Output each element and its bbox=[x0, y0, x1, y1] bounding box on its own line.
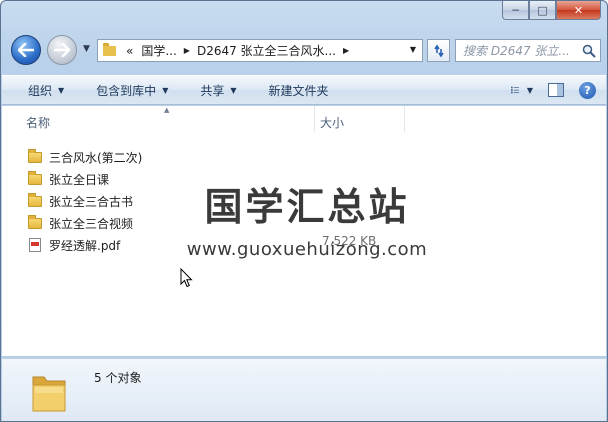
arrow-right-icon bbox=[54, 43, 70, 57]
watermark: 国学汇总站 www.guoxuehuizong.com bbox=[172, 176, 442, 260]
chevron-down-icon: ▼ bbox=[526, 85, 533, 95]
file-list: 三合风水(第二次) 张立全日课 张立全三合古书 张立全三合视频 罗经透解.pdf bbox=[28, 146, 142, 256]
folder-icon bbox=[28, 148, 42, 163]
folder-icon bbox=[28, 170, 42, 185]
sort-up-icon: ▲ bbox=[164, 106, 170, 114]
breadcrumb-item-guoxue[interactable]: 国学... bbox=[137, 42, 180, 59]
include-in-library-label: 包含到库中 bbox=[96, 83, 157, 98]
chevron-down-icon: ▼ bbox=[58, 85, 65, 95]
organize-label: 组织 bbox=[28, 83, 53, 98]
navigation-row: ▼ « 国学... ▶ D2647 张立全三合风水... ▶ ▼ 搜索 D264… bbox=[9, 31, 601, 69]
status-item-count: 5 个对象 bbox=[94, 371, 142, 385]
list-view-icon bbox=[511, 86, 519, 94]
recent-pages-dropdown[interactable]: ▼ bbox=[83, 44, 90, 54]
list-item[interactable]: 张立全三合古书 bbox=[28, 190, 142, 212]
preview-pane-icon bbox=[548, 83, 564, 97]
refresh-button[interactable] bbox=[427, 39, 450, 62]
share-button[interactable]: 共享 ▼ bbox=[180, 76, 248, 104]
folder-icon bbox=[103, 42, 116, 56]
address-bar[interactable]: « 国学... ▶ D2647 张立全三合风水... ▶ ▼ bbox=[97, 39, 423, 62]
file-name: 三合风水(第二次) bbox=[49, 150, 143, 165]
share-label: 共享 bbox=[200, 83, 225, 98]
file-size: 7,522 KB bbox=[322, 234, 377, 248]
list-item[interactable]: 罗经透解.pdf bbox=[28, 234, 142, 256]
column-header-name[interactable]: 名称 bbox=[26, 114, 50, 131]
maximize-button[interactable]: □ bbox=[529, 1, 556, 20]
close-button[interactable]: ✕ bbox=[556, 1, 601, 20]
list-item[interactable]: 三合风水(第二次) bbox=[28, 146, 142, 168]
folder-icon bbox=[28, 192, 42, 207]
arrow-left-icon bbox=[18, 43, 34, 57]
forward-button[interactable] bbox=[47, 35, 77, 65]
column-header-size[interactable]: 大小 bbox=[320, 114, 344, 131]
list-item[interactable]: 张立全三合视频 bbox=[28, 212, 142, 234]
file-list-pane: ▲ 名称 大小 三合风水(第二次) 张立全日课 张立全三合古书 张立全三合视频 bbox=[2, 106, 606, 356]
command-bar: 组织 ▼ 包含到库中 ▼ 共享 ▼ 新建文件夹 ▼ ? bbox=[2, 75, 606, 105]
folder-icon bbox=[32, 376, 66, 412]
view-controls: ▼ ? bbox=[511, 80, 596, 100]
watermark-title: 国学汇总站 bbox=[204, 185, 410, 229]
new-folder-label: 新建文件夹 bbox=[268, 83, 329, 98]
back-button[interactable] bbox=[11, 35, 41, 65]
watermark-url: www.guoxuehuizong.com bbox=[186, 239, 428, 260]
column-headers: ▲ 名称 大小 bbox=[2, 106, 606, 134]
file-name: 张立全三合视频 bbox=[49, 216, 134, 231]
folder-icon bbox=[28, 214, 42, 229]
search-input[interactable]: 搜索 D2647 张立... bbox=[455, 39, 601, 62]
pdf-file-icon bbox=[29, 238, 41, 252]
new-folder-button[interactable]: 新建文件夹 bbox=[249, 76, 341, 104]
change-view-button[interactable]: ▼ bbox=[511, 80, 533, 100]
caption-buttons: ─ □ ✕ bbox=[502, 1, 601, 21]
organize-button[interactable]: 组织 ▼ bbox=[2, 76, 76, 104]
mouse-cursor-icon bbox=[180, 268, 193, 288]
help-button[interactable]: ? bbox=[579, 81, 596, 99]
details-pane: 5 个对象 bbox=[2, 358, 606, 421]
list-item[interactable]: 张立全日课 bbox=[28, 168, 142, 190]
include-in-library-button[interactable]: 包含到库中 ▼ bbox=[76, 76, 180, 104]
breadcrumb-item-current[interactable]: D2647 张立全三合风水... bbox=[193, 42, 340, 59]
chevron-down-icon: ▼ bbox=[162, 85, 169, 95]
refresh-icon bbox=[433, 44, 444, 57]
explorer-window: ─ □ ✕ ▼ « 国学... ▶ D2647 张立全三合风水... ▶ ▼ 搜… bbox=[0, 0, 608, 422]
file-name: 张立全三合古书 bbox=[49, 194, 134, 209]
minimize-button[interactable]: ─ bbox=[502, 1, 529, 20]
preview-pane-button[interactable] bbox=[545, 80, 567, 100]
breadcrumb-overflow[interactable]: « bbox=[122, 44, 137, 58]
chevron-right-icon[interactable]: ▶ bbox=[181, 46, 193, 55]
column-divider[interactable] bbox=[404, 106, 405, 132]
chevron-right-icon[interactable]: ▶ bbox=[340, 46, 352, 55]
search-placeholder: 搜索 D2647 张立... bbox=[463, 44, 570, 58]
search-icon[interactable] bbox=[582, 44, 596, 58]
file-name: 张立全日课 bbox=[49, 172, 110, 187]
address-dropdown-icon[interactable]: ▼ bbox=[410, 45, 416, 54]
file-name: 罗经透解.pdf bbox=[49, 238, 121, 253]
column-divider[interactable] bbox=[314, 106, 315, 132]
chevron-down-icon: ▼ bbox=[230, 85, 237, 95]
